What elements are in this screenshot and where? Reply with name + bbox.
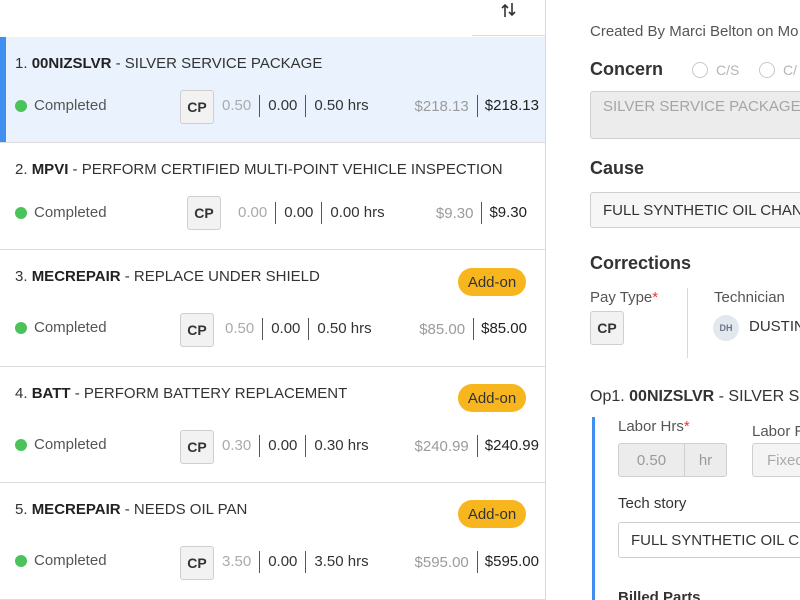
tech-story-label: Tech story: [618, 495, 687, 512]
operation-title: 4. BATT - PERFORM BATTERY REPLACEMENT: [15, 385, 348, 402]
sort-bar: [472, 0, 546, 36]
billed-parts-label: Billed Parts: [618, 589, 701, 600]
radio-button[interactable]: [759, 61, 775, 78]
status-dot-icon: [15, 206, 27, 219]
pay-type-badge: CP: [180, 90, 214, 124]
hours-summary: 0.50 0.00 0.50 hrs: [222, 95, 377, 117]
operation-price: $218.13 $218.13: [415, 95, 539, 117]
labor-hrs-label: Labor Hrs*: [618, 418, 690, 435]
status-dot-icon: [15, 438, 27, 451]
pay-type-badge: CP: [180, 313, 214, 347]
technician-avatar: DH: [713, 315, 739, 341]
operation-price: $240.99 $240.99: [415, 435, 539, 457]
operation-status: Completed: [15, 552, 107, 569]
pay-type-select[interactable]: CP: [590, 311, 624, 345]
hours-summary: 3.50 0.00 3.50 hrs: [222, 551, 377, 573]
divider: [687, 288, 688, 358]
operation-detail-panel: Created By Marci Belton on Mo Concern C/…: [546, 0, 800, 600]
corrections-heading: Corrections: [590, 253, 692, 273]
operations-panel: 1. 00NIZSLVR - SILVER SERVICE PACKAGE Co…: [0, 0, 546, 600]
operation-row[interactable]: 5. MECREPAIR - NEEDS OIL PAN Add-on Comp…: [0, 483, 545, 600]
hours-summary: 0.00 0.00 0.00 hrs: [238, 202, 393, 224]
pay-type-badge: CP: [180, 546, 214, 580]
operation-title: 3. MECREPAIR - REPLACE UNDER SHIELD: [15, 268, 320, 285]
technician-name[interactable]: DUSTIN: [749, 318, 800, 335]
cause-field[interactable]: FULL SYNTHETIC OIL CHANG: [590, 192, 800, 228]
addon-badge: Add-on: [458, 500, 526, 528]
pay-type-label: Pay Type*: [590, 289, 659, 306]
addon-badge: Add-on: [458, 268, 526, 296]
status-dot-icon: [15, 554, 27, 567]
sort-arrows-icon[interactable]: [499, 0, 519, 20]
hours-summary: 0.50 0.00 0.50 hrs: [225, 318, 380, 340]
operation-price: $85.00 $85.00: [419, 318, 527, 340]
operation-title: 5. MECREPAIR - NEEDS OIL PAN: [15, 501, 248, 518]
tech-story-field[interactable]: FULL SYNTHETIC OIL CH: [618, 522, 800, 558]
cause-heading: Cause: [590, 158, 645, 178]
operation-title: 2. MPVI - PERFORM CERTIFIED MULTI-POINT …: [15, 161, 503, 178]
radio-c[interactable]: C/: [759, 61, 797, 79]
operation-title: 1. 00NIZSLVR - SILVER SERVICE PACKAGE: [15, 55, 323, 72]
operation-status: Completed: [15, 97, 107, 114]
pay-type-badge: CP: [187, 196, 221, 230]
op1-header: Op1. 00NIZSLVR - SILVER S: [590, 388, 800, 405]
op1-accent-bar: [592, 417, 595, 600]
operation-row[interactable]: 1. 00NIZSLVR - SILVER SERVICE PACKAGE Co…: [0, 37, 545, 143]
status-dot-icon: [15, 99, 27, 112]
concern-textarea[interactable]: SILVER SERVICE PACKAGE: [590, 91, 800, 139]
created-by-text: Created By Marci Belton on Mo: [590, 23, 799, 40]
operation-row[interactable]: 4. BATT - PERFORM BATTERY REPLACEMENT Ad…: [0, 367, 545, 483]
status-dot-icon: [15, 321, 27, 334]
labor-rate-input[interactable]: Fixed: [752, 443, 800, 477]
operation-price: $9.30 $9.30: [436, 202, 527, 224]
operation-price: $595.00 $595.00: [415, 551, 539, 573]
addon-badge: Add-on: [458, 384, 526, 412]
radio-cs[interactable]: C/S: [692, 61, 739, 79]
operation-row[interactable]: 2. MPVI - PERFORM CERTIFIED MULTI-POINT …: [0, 143, 545, 250]
operation-status: Completed: [15, 436, 107, 453]
labor-rate-label: Labor R: [752, 423, 800, 440]
labor-hrs-input[interactable]: 0.50 hr: [618, 443, 727, 477]
operation-status: Completed: [15, 319, 107, 336]
pay-type-badge: CP: [180, 430, 214, 464]
radio-button[interactable]: [692, 61, 708, 78]
concern-heading: Concern: [590, 59, 664, 79]
operation-row[interactable]: 3. MECREPAIR - REPLACE UNDER SHIELD Add-…: [0, 250, 545, 367]
technician-label: Technician: [714, 289, 785, 306]
hours-summary: 0.30 0.00 0.30 hrs: [222, 435, 377, 457]
operation-status: Completed: [15, 204, 107, 221]
